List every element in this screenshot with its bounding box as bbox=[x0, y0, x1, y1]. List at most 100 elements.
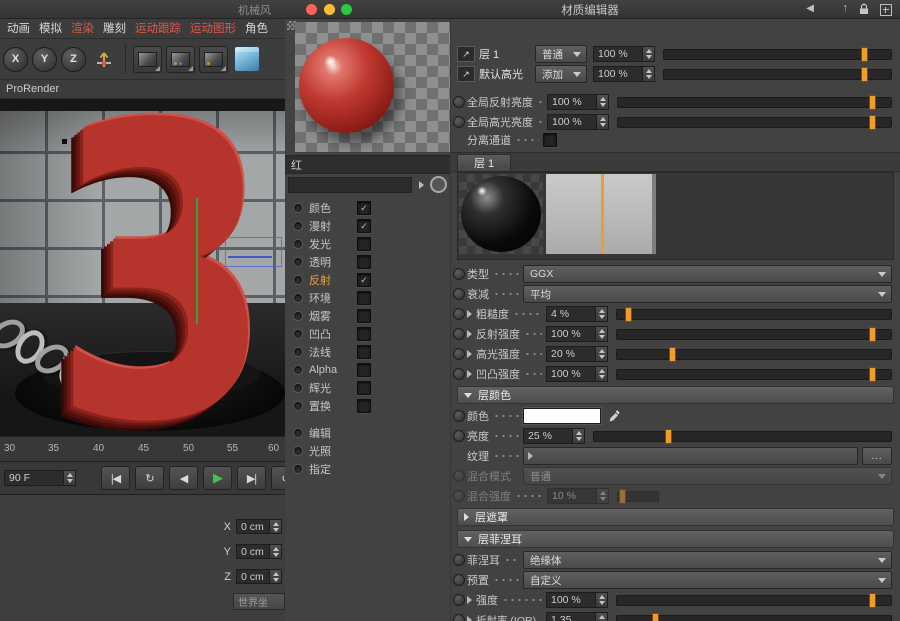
slider-handle[interactable] bbox=[869, 593, 876, 608]
bump-strength-field[interactable]: 100 % bbox=[546, 366, 608, 382]
channel-luminance[interactable]: 发光 bbox=[289, 235, 448, 253]
menu-render[interactable]: 渲染 bbox=[71, 20, 94, 36]
channel-transparency[interactable]: 透明 bbox=[289, 253, 448, 271]
channel-diffusion[interactable]: 漫射 bbox=[289, 217, 448, 235]
animation-toggle-icon[interactable] bbox=[453, 268, 465, 280]
default-specular-label[interactable]: 默认高光 bbox=[479, 66, 535, 82]
animation-toggle-icon[interactable] bbox=[453, 410, 465, 422]
animation-toggle-icon[interactable] bbox=[453, 368, 465, 380]
expand-arrow-icon[interactable] bbox=[467, 310, 476, 318]
type-dropdown[interactable]: GGX bbox=[523, 265, 892, 283]
render-picture-viewer-button[interactable] bbox=[166, 46, 195, 73]
channel-displacement[interactable]: 置换 bbox=[289, 397, 448, 415]
gradient-marker[interactable] bbox=[601, 174, 604, 254]
spinner-arrows-icon[interactable] bbox=[642, 66, 655, 82]
loop-playback-button[interactable]: ↻ bbox=[135, 466, 164, 490]
spinner-arrows-icon[interactable] bbox=[269, 544, 282, 559]
slider-handle[interactable] bbox=[665, 429, 672, 444]
layer-color-section-header[interactable]: 层颜色 bbox=[457, 386, 894, 404]
layer-1-opacity-field[interactable]: 100 % bbox=[593, 46, 655, 62]
lock-z-button[interactable]: Z bbox=[61, 47, 86, 72]
slider-handle[interactable] bbox=[652, 613, 659, 621]
preset-dropdown[interactable]: 自定义 bbox=[523, 571, 892, 589]
play-button[interactable]: ▶ bbox=[203, 466, 232, 490]
default-specular-opacity-field[interactable]: 100 % bbox=[593, 66, 655, 82]
slider-handle[interactable] bbox=[869, 115, 876, 130]
channel-environment[interactable]: 环境 bbox=[289, 289, 448, 307]
expand-arrow-icon[interactable] bbox=[467, 370, 476, 378]
separate-channels-checkbox[interactable] bbox=[543, 133, 557, 147]
brightness-slider[interactable] bbox=[593, 431, 892, 442]
current-frame-field[interactable]: 90 F bbox=[4, 470, 76, 486]
channel-displacement-checkbox[interactable] bbox=[357, 399, 371, 413]
back-icon[interactable]: ◀ bbox=[806, 3, 814, 14]
chevron-right-icon[interactable] bbox=[415, 179, 427, 191]
cycle-button[interactable]: ↺ bbox=[271, 466, 285, 490]
coordinate-system-button[interactable] bbox=[90, 45, 118, 73]
ior-slider[interactable] bbox=[616, 615, 892, 621]
slider-handle[interactable] bbox=[861, 67, 868, 82]
texture-expand-icon[interactable] bbox=[528, 452, 537, 460]
reflection-strength-slider[interactable] bbox=[616, 329, 892, 340]
animation-toggle-icon[interactable] bbox=[453, 574, 465, 586]
expand-arrow-icon[interactable] bbox=[467, 616, 476, 621]
go-to-start-button[interactable]: |◀ bbox=[101, 466, 130, 490]
gradient-preview[interactable] bbox=[546, 174, 656, 254]
animation-toggle-icon[interactable] bbox=[453, 614, 465, 621]
layer-thumbnail-icon[interactable]: ↗ bbox=[457, 46, 475, 62]
lock-x-button[interactable]: X bbox=[3, 47, 28, 72]
previous-frame-button[interactable]: ◀ bbox=[169, 466, 198, 490]
channel-bump[interactable]: 凹凸 bbox=[289, 325, 448, 343]
animation-toggle-icon[interactable] bbox=[453, 348, 465, 360]
roughness-field[interactable]: 4 % bbox=[546, 306, 608, 322]
spinner-arrows-icon[interactable] bbox=[572, 428, 585, 444]
spinner-arrows-icon[interactable] bbox=[642, 46, 655, 62]
assign-item[interactable]: 指定 bbox=[289, 460, 448, 478]
world-coordinates-button[interactable]: 世界坐 bbox=[233, 593, 285, 610]
channel-luminance-checkbox[interactable] bbox=[357, 237, 371, 251]
channel-bump-checkbox[interactable] bbox=[357, 327, 371, 341]
fresnel-strength-slider[interactable] bbox=[616, 595, 892, 606]
spinner-arrows-icon[interactable] bbox=[595, 366, 608, 382]
slider-handle[interactable] bbox=[861, 47, 868, 62]
channel-glow[interactable]: 辉光 bbox=[289, 379, 448, 397]
z-position-field[interactable]: 0 cm bbox=[236, 569, 282, 584]
channel-reflectance-checkbox[interactable] bbox=[357, 273, 371, 287]
spinner-arrows-icon[interactable] bbox=[63, 470, 76, 486]
animation-toggle-icon[interactable] bbox=[453, 594, 465, 606]
viewport[interactable]: 3 bbox=[0, 99, 285, 436]
channel-color[interactable]: 颜色 bbox=[289, 199, 448, 217]
animation-toggle-icon[interactable] bbox=[453, 554, 465, 566]
slider-handle[interactable] bbox=[869, 95, 876, 110]
spinner-arrows-icon[interactable] bbox=[596, 94, 609, 110]
channel-alpha[interactable]: Alpha bbox=[289, 361, 448, 379]
channel-fog-checkbox[interactable] bbox=[357, 309, 371, 323]
slider-handle[interactable] bbox=[869, 367, 876, 382]
channel-environment-checkbox[interactable] bbox=[357, 291, 371, 305]
render-view-button[interactable] bbox=[133, 46, 162, 73]
y-position-field[interactable]: 0 cm bbox=[236, 544, 282, 559]
global-reflection-brightness-field[interactable]: 100 % bbox=[547, 94, 609, 110]
illumination-item[interactable]: 光照 bbox=[289, 442, 448, 460]
minimize-button[interactable] bbox=[324, 4, 335, 15]
prorender-menu[interactable]: ProRender bbox=[6, 83, 59, 95]
specular-strength-field[interactable]: 20 % bbox=[546, 346, 608, 362]
channel-normal-checkbox[interactable] bbox=[357, 345, 371, 359]
expand-arrow-icon[interactable] bbox=[467, 596, 476, 604]
animation-toggle-icon[interactable] bbox=[453, 308, 465, 320]
spinner-arrows-icon[interactable] bbox=[595, 326, 608, 342]
menu-animation[interactable]: 动画 bbox=[7, 20, 30, 36]
slider-handle[interactable] bbox=[869, 327, 876, 342]
fresnel-strength-field[interactable]: 100 % bbox=[546, 592, 608, 608]
menu-sculpt[interactable]: 雕刻 bbox=[103, 20, 126, 36]
lock-y-button[interactable]: Y bbox=[32, 47, 57, 72]
layer-fresnel-section-header[interactable]: 层菲涅耳 bbox=[457, 530, 894, 548]
default-specular-blend-dropdown[interactable]: 添加 bbox=[535, 65, 587, 83]
slider-handle[interactable] bbox=[669, 347, 676, 362]
channel-normal[interactable]: 法线 bbox=[289, 343, 448, 361]
animation-toggle-icon[interactable] bbox=[453, 116, 465, 128]
spinner-arrows-icon[interactable] bbox=[269, 569, 282, 584]
menu-motion-tracker[interactable]: 运动跟踪 bbox=[135, 20, 181, 36]
layer-1-label[interactable]: 层 1 bbox=[479, 46, 535, 62]
add-cube-button[interactable] bbox=[234, 46, 260, 72]
